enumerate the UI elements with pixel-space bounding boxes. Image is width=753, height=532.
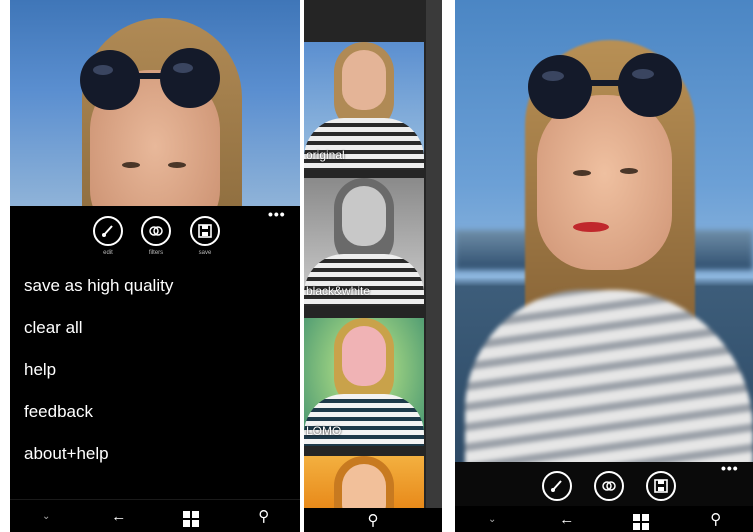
save-button[interactable]: save — [185, 216, 225, 256]
filters-icon — [141, 216, 171, 246]
back-icon[interactable]: ← — [547, 511, 587, 528]
left-eye — [573, 170, 591, 176]
filter-label: original — [306, 148, 345, 162]
left-eye — [122, 162, 140, 168]
thumb-shirt — [304, 254, 424, 306]
thumb-face — [342, 326, 386, 386]
thumb-shirt — [304, 118, 424, 170]
edit-button[interactable]: edit — [88, 216, 128, 256]
nav-bar: ⌄ ← ⚲ — [10, 499, 300, 532]
filters-screen: original black&white LOMO ⚲ — [304, 0, 442, 532]
app-menu-screen: edit filters save ••• save as high quali… — [10, 0, 300, 532]
thumb-face — [342, 464, 386, 508]
app-bar: ••• — [455, 460, 753, 506]
search-icon[interactable]: ⚲ — [353, 511, 393, 529]
right-eye — [620, 168, 638, 174]
windows-icon[interactable] — [171, 505, 211, 527]
sunglasses-icon — [80, 48, 220, 110]
menu-item-save-high-quality[interactable]: save as high quality — [24, 276, 173, 296]
chevron-down-icon[interactable]: ⌄ — [26, 511, 66, 522]
windows-icon[interactable] — [621, 508, 661, 530]
nav-bar: ⌄ ← ⚲ — [455, 506, 753, 532]
striped-shirt — [465, 290, 753, 470]
menu-item-help[interactable]: help — [24, 360, 56, 380]
sunglasses-icon — [528, 53, 682, 119]
menu-item-about-help[interactable]: about+help — [24, 444, 109, 464]
search-icon[interactable]: ⚲ — [244, 507, 284, 525]
filters-button[interactable]: filters — [136, 216, 176, 256]
back-icon[interactable]: ← — [99, 508, 139, 525]
selfie-photo — [10, 0, 300, 248]
nav-bar: ⚲ — [304, 508, 442, 532]
filter-thumb-warm[interactable] — [304, 456, 424, 508]
filter-thumb-black-white[interactable]: black&white — [304, 178, 424, 306]
more-options-button[interactable]: ••• — [268, 206, 286, 222]
search-icon[interactable]: ⚲ — [696, 510, 736, 528]
thumb-shirt — [304, 394, 424, 446]
lips — [573, 222, 609, 232]
filter-label: LOMO — [306, 424, 342, 438]
selfie-photo-blurred — [455, 0, 753, 470]
edit-button[interactable] — [537, 471, 577, 501]
scroll-edge — [426, 0, 442, 532]
brush-icon — [542, 471, 572, 501]
thumb-face — [342, 50, 386, 110]
save-icon — [646, 471, 676, 501]
edit-label: edit — [103, 250, 113, 256]
filters-label: filters — [148, 250, 164, 256]
save-button[interactable] — [641, 471, 681, 501]
right-eye — [168, 162, 186, 168]
chevron-down-icon[interactable]: ⌄ — [472, 514, 512, 525]
brush-icon — [93, 216, 123, 246]
thumb-face — [342, 186, 386, 246]
more-options-button[interactable]: ••• — [721, 460, 739, 476]
filter-thumb-original[interactable]: original — [304, 42, 424, 170]
photo-view-screen: ••• ⌄ ← ⚲ — [455, 0, 753, 532]
save-label: save — [198, 250, 212, 256]
filter-label: black&white — [306, 284, 371, 298]
save-icon — [190, 216, 220, 246]
filter-thumb-lomo[interactable]: LOMO — [304, 318, 424, 446]
menu-item-clear-all[interactable]: clear all — [24, 318, 83, 338]
menu-item-feedback[interactable]: feedback — [24, 402, 93, 422]
app-bar-expanded: edit filters save ••• save as high quali… — [10, 206, 300, 496]
filters-button[interactable] — [589, 471, 629, 501]
filters-icon — [594, 471, 624, 501]
